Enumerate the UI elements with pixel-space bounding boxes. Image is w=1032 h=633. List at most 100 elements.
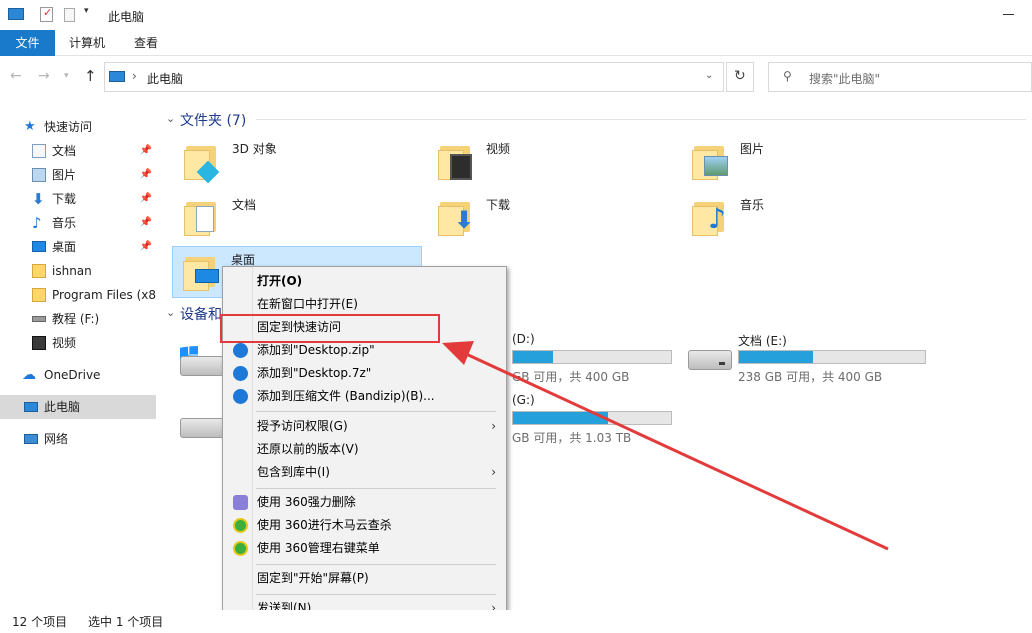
sidebar-item-quick-access[interactable]: ★ 快速访问 — [0, 115, 156, 139]
tab-computer[interactable]: 计算机 — [60, 30, 114, 56]
up-arrow-icon[interactable]: ↑ — [84, 67, 97, 85]
documents-icon — [32, 144, 46, 158]
sidebar-item-label: 下载 — [52, 192, 77, 206]
sidebar-item-pictures[interactable]: 图片 📌 — [0, 163, 156, 187]
folder-icon — [32, 264, 46, 278]
annotation-arrow — [442, 341, 889, 551]
title-bar: ✓ ▾ 此电脑 — [0, 0, 1032, 30]
360-delete-icon — [233, 495, 248, 510]
bandizip-icon — [233, 343, 248, 358]
folders-header[interactable]: 文件夹 (7) — [180, 110, 246, 130]
folder-downloads[interactable]: ⬇ 下载 — [428, 192, 628, 242]
devices-header[interactable]: 设备和 — [180, 304, 222, 324]
address-dropdown-icon[interactable]: ⌄ — [705, 70, 713, 81]
refresh-button[interactable]: ↻ — [726, 62, 754, 92]
sidebar-item-desktop[interactable]: 桌面 📌 — [0, 235, 156, 259]
refresh-icon: ↻ — [734, 68, 746, 84]
menu-item-open[interactable]: 打开(O) — [223, 270, 506, 293]
folder-label: 3D 对象 — [232, 142, 277, 156]
sidebar-item-network[interactable]: 网络 — [0, 427, 156, 451]
sidebar-item-label: 图片 — [52, 168, 77, 182]
sidebar-item-documents[interactable]: 文档 📌 — [0, 139, 156, 163]
folder-pictures[interactable]: 图片 — [682, 136, 882, 186]
breadcrumb-chevron-icon[interactable]: › — [132, 69, 137, 83]
folder-label: 下载 — [486, 198, 511, 212]
recent-dropdown-icon[interactable]: ▾ — [64, 71, 69, 81]
folder-desktop-icon — [183, 251, 219, 291]
sidebar-item-label: 音乐 — [52, 216, 77, 230]
menu-item-label: 授予访问权限(G) — [257, 419, 348, 433]
sidebar-item-label: ishnan — [52, 264, 92, 278]
folder-music[interactable]: ♪ 音乐 — [682, 192, 882, 242]
tab-view[interactable]: 查看 — [122, 30, 170, 56]
menu-separator — [256, 594, 496, 595]
properties-icon[interactable]: ✓ — [40, 6, 53, 22]
sidebar-item-label: 快速访问 — [44, 120, 93, 134]
drive-c-icon[interactable] — [180, 356, 224, 376]
breadcrumb[interactable]: 此电脑 — [147, 70, 183, 87]
forward-arrow-icon[interactable]: → — [38, 68, 50, 84]
sidebar-item-label: 网络 — [44, 432, 69, 446]
back-arrow-icon[interactable]: ← — [10, 68, 22, 84]
sidebar-item-videos[interactable]: 视频 — [0, 331, 156, 355]
menu-item-label: 使用 360管理右键菜单 — [257, 541, 380, 555]
folder-videos[interactable]: 视频 — [428, 136, 628, 186]
pin-icon[interactable]: 📌 — [140, 163, 152, 187]
sidebar-item-label: 文档 — [52, 144, 77, 158]
video-icon — [32, 336, 46, 350]
menu-item-label: 在新窗口中打开(E) — [257, 297, 358, 311]
highlight-box — [220, 314, 440, 343]
folder-music-icon: ♪ — [692, 196, 728, 236]
status-bar: 12 个项目 选中 1 个项目 — [0, 610, 1032, 633]
collapse-chevron-icon[interactable]: ⌄ — [166, 306, 175, 319]
sidebar-item-label: 桌面 — [52, 240, 77, 254]
computer-icon — [24, 402, 38, 412]
quick-access-toolbar-dropdown-icon[interactable]: ▾ — [84, 6, 89, 16]
sidebar-item-ishnan[interactable]: ishnan — [0, 259, 156, 283]
pin-icon[interactable]: 📌 — [140, 235, 152, 259]
search-input[interactable]: 搜索"此电脑" — [809, 70, 880, 87]
pin-icon[interactable]: 📌 — [140, 187, 152, 211]
folder-documents[interactable]: 文档 — [174, 192, 374, 242]
360-manage-icon — [233, 541, 248, 556]
folder-document-icon — [184, 196, 220, 236]
star-icon: ★ — [24, 119, 36, 134]
menu-item-label: 添加到压缩文件 (Bandizip)(B)... — [257, 389, 435, 403]
sidebar-item-downloads[interactable]: ⬇ 下载 📌 — [0, 187, 156, 211]
search-icon: ⚲ — [783, 69, 792, 83]
new-folder-icon[interactable] — [64, 8, 75, 22]
address-bar[interactable]: › 此电脑 ⌄ — [104, 62, 724, 92]
sidebar-item-label: 视频 — [52, 336, 77, 350]
sidebar-item-label: Program Files (x86) — [52, 288, 156, 302]
folder-3d-objects[interactable]: 3D 对象 — [174, 136, 374, 186]
sidebar-item-drive-f[interactable]: 教程 (F:) — [0, 307, 156, 331]
menu-item-label: 打开(O) — [257, 274, 303, 288]
folder-picture-icon — [692, 140, 728, 180]
menu-item-label: 固定到"开始"屏幕(P) — [257, 571, 369, 585]
collapse-chevron-icon[interactable]: ⌄ — [166, 112, 175, 125]
menu-item-label: 使用 360进行木马云查杀 — [257, 518, 392, 532]
menu-item-label: 添加到"Desktop.7z" — [257, 366, 372, 380]
sidebar-item-label: 教程 (F:) — [52, 312, 100, 326]
ribbon: 文件 计算机 查看 — [0, 30, 1032, 56]
sidebar-item-this-pc[interactable]: 此电脑 — [0, 395, 156, 419]
item-count: 12 个项目 — [12, 615, 68, 629]
menu-item-label: 使用 360强力删除 — [257, 495, 356, 509]
pin-icon[interactable]: 📌 — [140, 139, 152, 163]
search-box[interactable]: ⚲ 搜索"此电脑" — [768, 62, 1032, 92]
sidebar-item-onedrive[interactable]: ☁ OneDrive — [0, 363, 156, 387]
tab-file[interactable]: 文件 — [0, 30, 55, 56]
folder-video-icon — [438, 140, 474, 180]
minimize-icon[interactable] — [1003, 14, 1014, 15]
sidebar-item-music[interactable]: ♪ 音乐 📌 — [0, 211, 156, 235]
menu-item-open-new-window[interactable]: 在新窗口中打开(E) — [223, 293, 506, 316]
cloud-icon: ☁ — [22, 367, 36, 383]
pin-icon[interactable]: 📌 — [140, 211, 152, 235]
network-icon — [24, 434, 38, 444]
sidebar-item-program-files[interactable]: Program Files (x86) — [0, 283, 156, 307]
menu-item-pin-start[interactable]: 固定到"开始"屏幕(P) — [223, 567, 506, 590]
sidebar-item-label: OneDrive — [44, 368, 101, 382]
section-divider — [256, 119, 1026, 120]
folder-3d-icon — [184, 140, 220, 184]
drive-h-icon[interactable] — [180, 418, 224, 438]
